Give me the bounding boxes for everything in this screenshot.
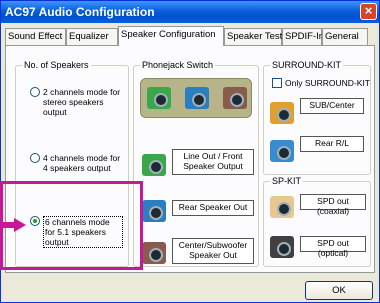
surround-kit-group: SURROUND-KIT Only SURROUND-KIT SUB/Cente… [263,59,371,175]
line-out-label[interactable]: Line Out / Front Speaker Output [172,149,254,175]
surround-kit-title: SURROUND-KIT [270,59,343,71]
title-bar: AC97 Audio Configuration × [1,1,379,23]
brown-jack-icon [223,87,247,109]
green-jack-icon [147,87,171,109]
sub-center-label[interactable]: SUB/Center [300,98,364,114]
tab-general[interactable]: General [322,28,368,45]
window-title: AC97 Audio Configuration [5,5,155,19]
sp-kit-title: SP-KIT [270,175,304,187]
coaxial-jack-icon [270,196,294,218]
rear-speaker-jack-icon [142,200,166,222]
radio-4-channels[interactable]: 4 channels mode for 4 speakers output [30,153,126,175]
ok-button[interactable]: OK [305,281,373,300]
phonejack-group-title: Phonejack Switch [140,59,216,71]
blue-jack-icon [185,87,209,109]
tab-spdif-in[interactable]: SPDIF-In [282,28,324,45]
optical-jack-icon [270,236,294,258]
only-surround-kit-checkbox[interactable] [272,78,282,88]
radio-button[interactable] [30,153,40,163]
spd-out-coaxial-label[interactable]: SPD out (coaxial) [300,194,366,216]
radio-4-channels-label: 4 channels mode for 4 speakers output [43,153,121,173]
center-subwoofer-label[interactable]: Center/Subwoofer Speaker Out [172,238,254,264]
sp-kit-group: SP-KIT SPD out (coaxial) SPD out (optica… [263,175,371,267]
center-sub-jack-icon [142,242,166,264]
phonejack-group: Phonejack Switch Line Out / Front Speake… [133,59,259,267]
jack-panel-graphic [140,78,252,118]
rear-rl-jack-icon [270,140,294,162]
tab-speaker-test[interactable]: Speaker Test [224,28,282,45]
spd-out-optical-label[interactable]: SPD out (optical) [300,236,366,258]
line-out-jack-icon [142,154,166,176]
close-button[interactable]: × [360,3,377,20]
tab-equalizer[interactable]: Equalizer [66,28,118,45]
arrow-right-icon [0,218,26,232]
sub-center-jack-icon [270,102,294,124]
tab-sound-effect[interactable]: Sound Effect [5,28,66,45]
radio-2-channels-label: 2 channels mode for stereo speakers outp… [43,87,121,117]
rear-speaker-out-label[interactable]: Rear Speaker Out [172,200,254,216]
tab-speaker-configuration[interactable]: Speaker Configuration [118,26,224,46]
radio-button[interactable] [30,87,40,97]
speakers-group-title: No. of Speakers [22,59,91,71]
only-surround-kit-label: Only SURROUND-KIT [285,78,371,88]
rear-rl-label[interactable]: Rear R/L [300,136,364,152]
radio-2-channels[interactable]: 2 channels mode for stereo speakers outp… [30,87,126,119]
